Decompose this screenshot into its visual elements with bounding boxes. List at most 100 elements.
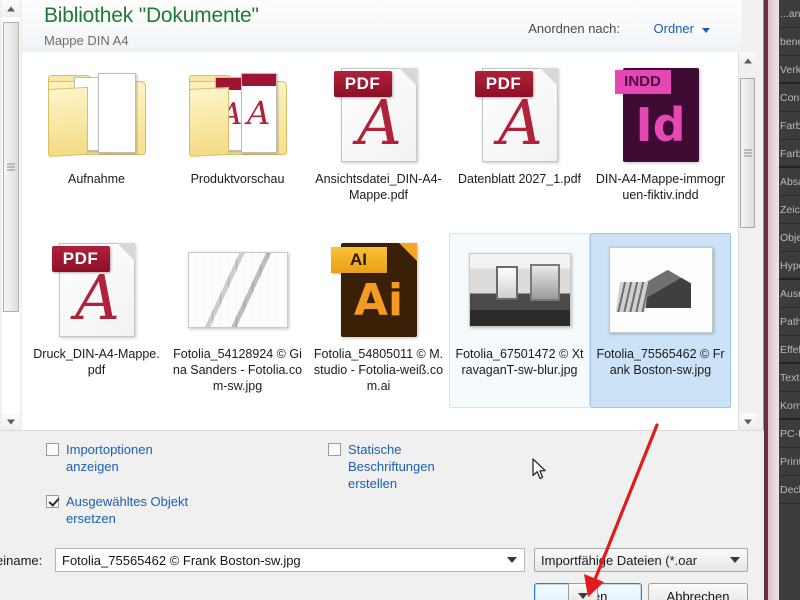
ai-glyph: Ai <box>353 275 404 326</box>
panel-tab[interactable]: Hyperl <box>779 252 800 280</box>
scroll-up-button[interactable] <box>739 52 756 69</box>
checkbox-box[interactable] <box>46 443 59 456</box>
page-title: Bibliothek "Dokumente" <box>44 4 259 27</box>
checkbox-label: Importoptionen anzeigen <box>66 441 216 475</box>
file-name-label: Datenblatt 2027_1.pdf <box>457 172 582 186</box>
grip-icon <box>743 149 752 157</box>
panel-tab[interactable]: Deck-M <box>779 476 800 504</box>
triangle-down-icon <box>743 419 752 424</box>
indd-glyph: Id <box>635 98 686 152</box>
panel-tab[interactable]: Farbfe <box>779 140 800 168</box>
checkbox-box[interactable] <box>328 443 341 456</box>
panel-tab[interactable]: Farbe <box>779 112 800 140</box>
file-list-scrollbar[interactable] <box>738 52 756 430</box>
acrobat-glyph: A <box>75 261 120 334</box>
file-name-label: Produktvorschau <box>190 172 285 186</box>
checkbox-label-line1: Statische <box>348 442 402 457</box>
file-type-dropdown-button[interactable] <box>723 557 747 563</box>
arrange-by-dropdown[interactable]: Ordner <box>654 21 694 36</box>
indesign-red-guide-left <box>765 0 768 600</box>
panel-tab[interactable]: PC-Bib <box>779 420 800 448</box>
chevron-down-icon <box>578 593 588 599</box>
file-tile-pdf[interactable]: PDF A Druck_DIN-A4-Mappe.pdf <box>26 233 167 408</box>
checkbox-label-line3: erstellen <box>348 476 398 491</box>
file-tile-image[interactable]: Fotolia_67501472 © XtravaganT-sw-blur.jp… <box>449 233 590 408</box>
open-dropdown-button[interactable] <box>568 583 598 600</box>
panel-tab[interactable]: Absatz <box>779 168 800 196</box>
filename-combobox[interactable]: Fotolia_75565462 © Frank Boston-sw.jpg <box>55 548 525 572</box>
acrobat-glyph: A <box>498 86 543 159</box>
panel-tab[interactable]: benen <box>779 28 800 56</box>
panel-tab[interactable]: Verknü <box>779 56 800 84</box>
panel-tab[interactable]: Contur <box>779 84 800 112</box>
indesign-panel-divider-strip <box>768 0 779 600</box>
file-grid: Aufnahme A A Produktvorschau PDF A Ansic… <box>22 52 738 408</box>
scrollbar-thumb[interactable] <box>740 78 755 228</box>
filename-input[interactable]: Fotolia_75565462 © Frank Boston-sw.jpg <box>56 553 500 568</box>
filename-label: einame: <box>0 553 43 568</box>
panel-tab[interactable]: Zeiche <box>779 196 800 224</box>
import-options-section: Importoptionen anzeigen Ausgewähltes Obj… <box>0 430 764 540</box>
scroll-up-button[interactable] <box>2 0 20 17</box>
image-thumbnail <box>608 238 713 342</box>
screenshot-root: ...ander benen Verknü Contur Farbe Farbf… <box>0 0 800 600</box>
file-list-view[interactable]: Aufnahme A A Produktvorschau PDF A Ansic… <box>22 52 738 430</box>
file-tile-ai[interactable]: AI Ai Fotolia_54805011 © M.studio - Foto… <box>308 233 449 408</box>
scrollbar-thumb[interactable] <box>3 22 19 312</box>
page-subtitle: Mappe DIN A4 <box>44 33 129 48</box>
checkbox-label-line2: ersetzen <box>66 511 116 526</box>
checkbox-create-static-captions[interactable]: Statische Beschriftungen erstellen <box>328 441 498 492</box>
file-tile-pdf[interactable]: PDF A Ansichtsdatei_DIN-A4-Mappe.pdf <box>308 58 449 233</box>
file-tile-pdf[interactable]: PDF A Datenblatt 2027_1.pdf <box>449 58 590 233</box>
file-tile-image-selected[interactable]: Fotolia_75565462 © Frank Boston-sw.jpg <box>590 233 731 408</box>
file-name-label: Fotolia_67501472 © XtravaganT-sw-blur.jp… <box>455 347 584 377</box>
pdf-icon: PDF A <box>327 63 431 167</box>
panel-tab[interactable]: Effekt <box>779 336 800 364</box>
illustrator-file-icon: AI Ai <box>327 238 431 342</box>
panel-tab[interactable]: Ausric <box>779 280 800 308</box>
scroll-down-button[interactable] <box>2 413 20 430</box>
checkbox-label: Ausgewähltes Objekt ersetzen <box>66 493 216 527</box>
panel-tab[interactable]: Textur <box>779 364 800 392</box>
panel-tab[interactable]: Print-B <box>779 448 800 476</box>
arrange-by-label: Anordnen nach: <box>528 21 620 36</box>
panel-tab[interactable]: ...ander <box>779 0 800 28</box>
file-name-label: Aufnahme <box>68 172 125 186</box>
file-tile-folder[interactable]: A A Produktvorschau <box>167 58 308 233</box>
file-name-label: Fotolia_54805011 © M.studio - Fotolia-we… <box>313 347 444 393</box>
file-name-label: DIN-A4-Mappe-immogruen-fiktiv.indd <box>595 172 726 202</box>
folder-icon: A A <box>186 63 290 167</box>
checkbox-label: Statische Beschriftungen erstellen <box>348 441 498 492</box>
navigation-pane-scrollbar[interactable] <box>2 0 20 430</box>
file-tile-folder[interactable]: Aufnahme <box>26 58 167 233</box>
image-thumbnail <box>186 238 290 342</box>
chevron-down-icon <box>730 557 740 563</box>
cancel-button[interactable]: Abbrechen <box>648 583 748 600</box>
file-tile-image[interactable]: Fotolia_54128924 © Gina Sanders - Fotoli… <box>167 233 308 408</box>
file-type-filter-combobox[interactable]: Importfähige Dateien (*.oar <box>534 548 748 572</box>
filename-dropdown-button[interactable] <box>500 557 524 563</box>
checkbox-label-line1: Importoptionen <box>66 442 153 457</box>
indd-badge-label: INDD <box>614 70 671 94</box>
checkbox-box-checked[interactable] <box>46 495 59 508</box>
pdf-icon: PDF A <box>468 63 572 167</box>
acrobat-glyph: A <box>357 86 402 159</box>
panel-tab[interactable]: Pathfi <box>779 308 800 336</box>
checkbox-show-import-options[interactable]: Importoptionen anzeigen <box>46 441 216 475</box>
panel-tab[interactable]: Komm <box>779 392 800 420</box>
pdf-icon: PDF A <box>45 238 149 342</box>
scroll-down-button[interactable] <box>739 413 756 430</box>
pdf-badge-label: PDF <box>474 71 533 97</box>
chevron-down-icon[interactable] <box>702 28 710 33</box>
checkbox-replace-selected-item[interactable]: Ausgewähltes Objekt ersetzen <box>46 493 216 527</box>
chevron-down-icon <box>507 557 517 563</box>
ai-badge-label: AI <box>330 247 387 273</box>
triangle-up-icon <box>7 6 15 11</box>
image-thumbnail <box>468 238 572 342</box>
file-name-label: Fotolia_75565462 © Frank Boston-sw.jpg <box>596 347 725 377</box>
indesign-panel-dock[interactable]: ...ander benen Verknü Contur Farbe Farbf… <box>779 0 800 600</box>
panel-tab[interactable]: Objekt <box>779 224 800 252</box>
indesign-file-icon: INDD Id <box>609 63 713 167</box>
file-tile-indd[interactable]: INDD Id DIN-A4-Mappe-immogruen-fiktiv.in… <box>590 58 731 233</box>
dialog-header: Bibliothek "Dokumente" Mappe DIN A4 Anor… <box>22 0 742 52</box>
